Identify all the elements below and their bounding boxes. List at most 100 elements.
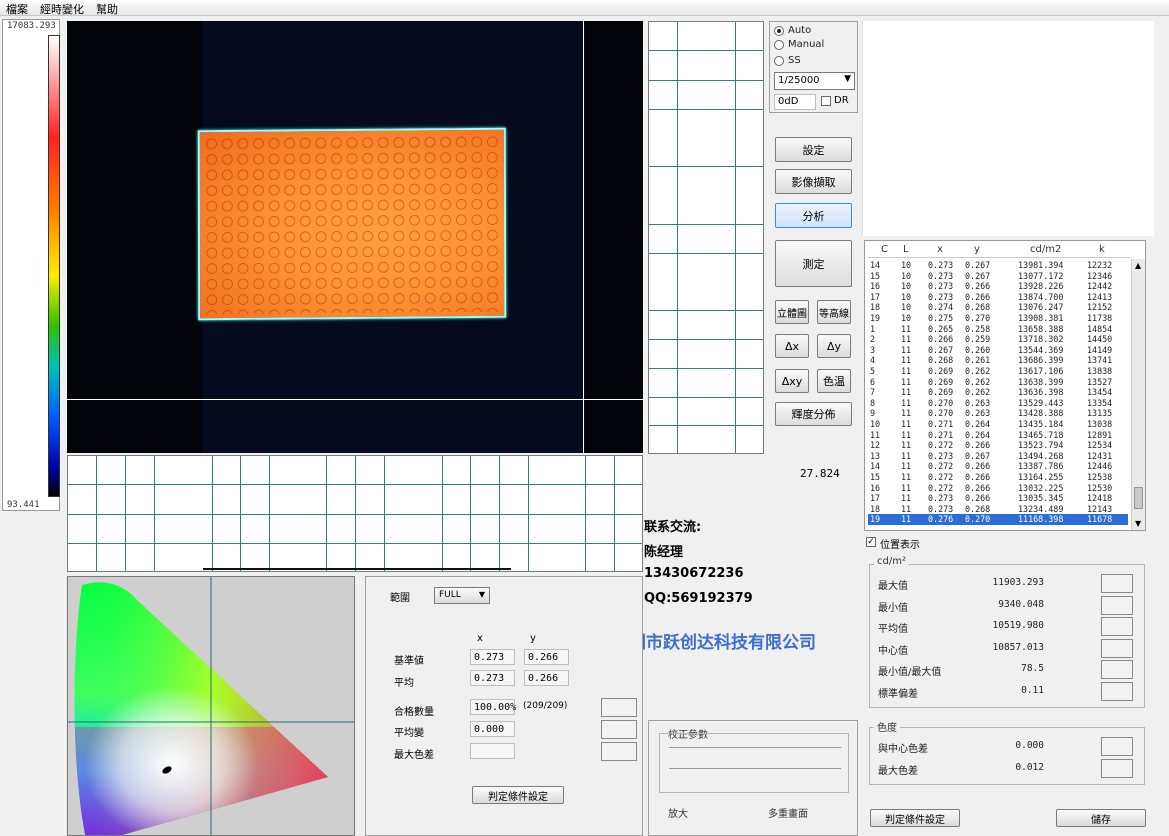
table-scrollbar[interactable]: ▲ ▼	[1131, 259, 1145, 530]
table-cell: 0.267	[965, 270, 991, 281]
table-cell: 10	[901, 291, 912, 302]
table-cell: 13741	[1087, 355, 1113, 366]
judge-settings-button[interactable]: 判定條件設定	[472, 786, 564, 804]
cursor-horizontal-line[interactable]	[67, 399, 643, 400]
table-row[interactable]: 2 11 0.266 0.259 13718.302 14450	[868, 334, 1128, 345]
nd-field[interactable]: 0dD	[774, 94, 816, 110]
table-cell: 13038	[1087, 419, 1113, 429]
table-row[interactable]: 17 11 0.273 0.266 13035.345 12418	[868, 493, 1128, 504]
table-row[interactable]: 16 11 0.272 0.266 13032.225 12530	[868, 483, 1128, 494]
radio-auto[interactable]: Auto	[774, 25, 811, 36]
table-cell: 10	[870, 419, 881, 429]
delta-x-button[interactable]: Δx	[775, 334, 809, 358]
table-cell: 11	[901, 376, 912, 387]
cie-chromaticity-diagram[interactable]	[67, 576, 355, 836]
measure-button[interactable]: 測定	[775, 240, 852, 287]
menu-time-change[interactable]: 經時變化	[40, 1, 84, 17]
table-row[interactable]: 7 11 0.269 0.262 13636.398 13454	[868, 387, 1128, 398]
table-cell: 19	[870, 313, 881, 323]
table-cell: 13	[870, 450, 881, 461]
position-display-label: 位置表示	[880, 540, 920, 551]
menu-help[interactable]: 幫助	[96, 1, 118, 17]
measurement-point-grid	[203, 133, 501, 315]
delta-xy-button[interactable]: Δxy	[775, 369, 809, 393]
table-row[interactable]: 6 11 0.269 0.262 13638.399 13527	[868, 377, 1128, 388]
table-row[interactable]: 11 11 0.271 0.264 13465.718 12891	[868, 430, 1128, 441]
table-row[interactable]: 14 11 0.272 0.266 13387.786 12446	[868, 461, 1128, 472]
table-cell: 0.263	[965, 397, 991, 408]
table-cell: 13638.399	[1018, 376, 1064, 387]
table-cell: 11	[901, 450, 912, 461]
analyze-button[interactable]: 分析	[775, 203, 852, 228]
luminance-stat-value: 0.11	[1021, 684, 1044, 696]
delta-y-button[interactable]: Δy	[817, 334, 851, 358]
table-cell: 0.270	[928, 397, 954, 408]
table-row[interactable]: 17 10 0.273 0.266 13874.700 12413	[868, 292, 1128, 303]
capture-button[interactable]: 影像擷取	[775, 169, 852, 194]
dr-checkbox[interactable]	[821, 96, 831, 106]
table-row[interactable]: 15 11 0.272 0.266 13164.255 12538	[868, 472, 1128, 483]
save-button[interactable]: 儲存	[1056, 809, 1146, 827]
contour-button[interactable]: 等高線	[817, 300, 851, 324]
table-row[interactable]: 13 11 0.273 0.267 13494.268 12431	[868, 451, 1128, 462]
table-row[interactable]: 12 11 0.272 0.266 13523.794 12534	[868, 440, 1128, 451]
position-display-checkbox[interactable]: ✓	[866, 537, 876, 547]
table-cell: 13387.786	[1018, 461, 1064, 472]
settings-button[interactable]: 設定	[775, 137, 852, 162]
ref-y-field[interactable]: 0.266	[524, 649, 569, 665]
radio-ss[interactable]: SS	[774, 55, 801, 66]
table-cell: 0.267	[928, 344, 954, 355]
table-row[interactable]: 9 11 0.270 0.263 13428.388 13135	[868, 408, 1128, 419]
color-temp-button[interactable]: 色温	[817, 369, 851, 393]
table-row[interactable]: 5 11 0.269 0.262 13617.106 13838	[868, 366, 1128, 377]
table-row[interactable]: 8 11 0.270 0.263 13529.443 13354	[868, 398, 1128, 409]
shutter-select[interactable]: 1/25000 ▼	[774, 72, 855, 90]
radio-manual[interactable]: Manual	[774, 39, 824, 50]
table-cell: 13032.225	[1018, 482, 1064, 493]
color-scale: 17083.293 93.441	[2, 19, 60, 511]
table-cell: 11	[901, 482, 912, 493]
brightness-distribution-button[interactable]: 輝度分佈	[775, 402, 852, 426]
table-cell: 13454	[1087, 387, 1113, 398]
menu-file[interactable]: 檔案	[6, 1, 28, 17]
col-header-cdm2: cd/m2	[1030, 244, 1062, 255]
table-row[interactable]: 19 11 0.276 0.270 11168.398 11678	[868, 514, 1128, 525]
cursor-vertical-line[interactable]	[583, 21, 584, 453]
table-cell: 8	[870, 397, 876, 408]
table-cell: 7	[870, 387, 876, 398]
info-blank-panel	[862, 21, 1154, 236]
ref-x-field[interactable]: 0.273	[470, 649, 515, 665]
calibration-panel: 校正參數 放大 多重畫面	[648, 720, 858, 836]
table-row[interactable]: 3 11 0.267 0.260 13544.369 14149	[868, 345, 1128, 356]
camera-settings-panel: Auto Manual SS 1/25000 ▼ 0dD DR	[769, 21, 858, 113]
table-cell: 11738	[1087, 313, 1113, 323]
luminance-stat-indicator	[1101, 617, 1133, 636]
judge-settings-button-2[interactable]: 判定條件設定	[870, 809, 960, 827]
table-row[interactable]: 18 10 0.274 0.268 13076.247 12152	[868, 302, 1128, 313]
table-row[interactable]: 16 10 0.273 0.266 13928.226 12442	[868, 281, 1128, 292]
table-cell: 0.266	[965, 482, 991, 493]
table-row[interactable]: 10 11 0.271 0.264 13435.184 13038	[868, 419, 1128, 430]
table-row[interactable]: 19 10 0.275 0.270 13908.381 11738	[868, 313, 1128, 324]
3d-view-button[interactable]: 立體圖	[775, 300, 809, 324]
measurement-table[interactable]: C L x y cd/m2 k 14 10 0.273 0.267 13981.394 1…	[864, 240, 1146, 531]
max-color-diff-indicator	[601, 742, 637, 761]
table-cell: 5	[870, 366, 876, 376]
avg-change-indicator	[601, 720, 637, 739]
max-color-diff-field	[470, 743, 515, 759]
chroma-stat-value: 0.012	[1015, 762, 1044, 773]
luminance-image-view[interactable]	[67, 21, 643, 453]
table-cell: 13908.381	[1018, 313, 1064, 323]
table-cell: 0.262	[965, 387, 991, 398]
table-row[interactable]: 4 11 0.268 0.261 13686.399 13741	[868, 355, 1128, 366]
pass-count-label: 合格數量	[394, 707, 434, 718]
table-row[interactable]: 1 11 0.265 0.258 13658.388 14854	[868, 324, 1128, 335]
chroma-stat-label: 最大色差	[878, 766, 918, 777]
table-row[interactable]: 18 11 0.273 0.268 13234.489 12143	[868, 504, 1128, 515]
table-row[interactable]: 14 10 0.273 0.267 13981.394 12232	[868, 260, 1128, 271]
scale-min-label: 93.441	[7, 500, 40, 510]
range-select[interactable]: FULL ▼	[434, 587, 490, 604]
table-cell: 0.270	[965, 514, 991, 525]
vertical-profile-grid	[648, 21, 764, 454]
table-row[interactable]: 15 10 0.273 0.267 13077.172 12346	[868, 271, 1128, 282]
